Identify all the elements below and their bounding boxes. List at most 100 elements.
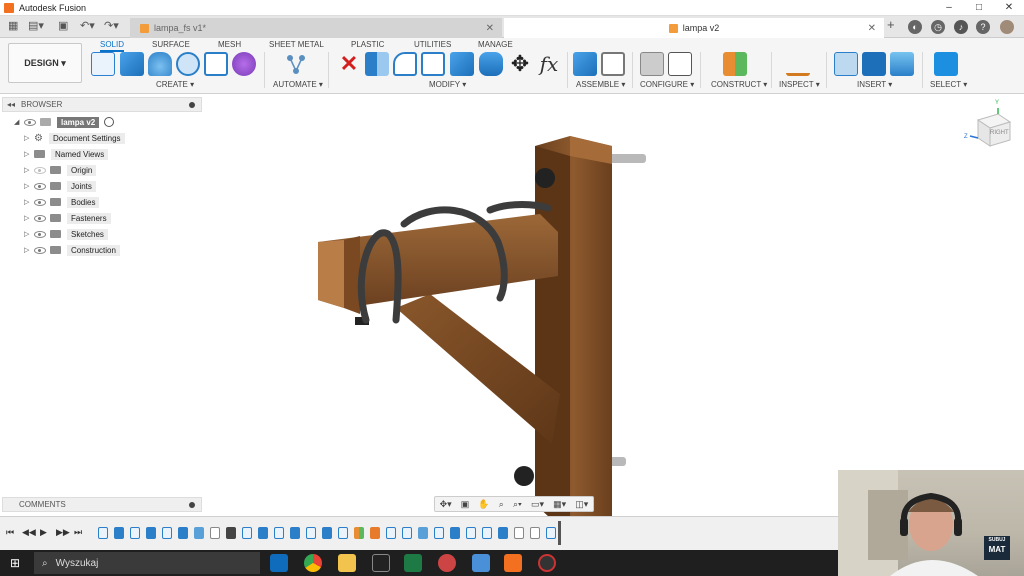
combine-icon[interactable] — [450, 52, 474, 76]
user-avatar[interactable] — [1000, 20, 1014, 34]
tab-surface[interactable]: SURFACE — [152, 40, 190, 49]
measure-icon[interactable] — [786, 52, 810, 76]
minimize-button[interactable]: – — [934, 0, 964, 16]
comments-panel-header[interactable]: COMMENTS — [2, 497, 202, 512]
grid-settings-icon[interactable]: ▦▾ — [553, 499, 566, 510]
play-icon[interactable]: ▶ — [40, 527, 47, 538]
timeline-marker[interactable] — [558, 521, 561, 545]
notifications-bell-icon[interactable]: ♪ — [954, 20, 968, 34]
panel-pin-icon[interactable] — [189, 101, 195, 108]
visibility-eye-icon[interactable] — [34, 182, 46, 190]
create-group-label[interactable]: CREATE ▾ — [156, 80, 194, 89]
form-icon[interactable] — [232, 52, 256, 76]
hole-icon[interactable] — [176, 52, 200, 76]
delete-icon[interactable]: ✕ — [337, 52, 361, 76]
collapse-icon[interactable]: ◂◂ — [7, 100, 15, 109]
expand-arrow-icon[interactable]: ▷ — [24, 134, 34, 142]
tab-mesh[interactable]: MESH — [218, 40, 241, 49]
tab-lampa-fs[interactable]: lampa_fs v1* ✕ — [130, 18, 502, 38]
redo-icon[interactable]: ↷▾ — [104, 19, 119, 32]
tab-manage[interactable]: MANAGE — [478, 40, 513, 49]
app-icon[interactable] — [438, 554, 456, 572]
configure-icon[interactable] — [640, 52, 664, 76]
revolve-icon[interactable] — [148, 52, 172, 76]
automate-group-label[interactable]: AUTOMATE ▾ — [273, 80, 323, 89]
expand-arrow-icon[interactable]: ▷ — [24, 246, 34, 254]
display-settings-icon[interactable]: ▭▾ — [531, 499, 544, 510]
panel-pin-icon[interactable] — [189, 502, 195, 508]
create-sketch-icon[interactable] — [91, 52, 115, 76]
3d-viewport[interactable] — [0, 94, 1024, 516]
tab-plastic[interactable]: PLASTIC — [351, 40, 384, 49]
visibility-eye-icon[interactable] — [34, 246, 46, 254]
viewports-icon[interactable]: ◫▾ — [575, 499, 588, 510]
browser-panel-header[interactable]: ◂◂ BROWSER — [2, 97, 202, 112]
new-tab-icon[interactable]: + — [887, 17, 895, 32]
new-component-icon[interactable] — [573, 52, 597, 76]
insert-group-label[interactable]: INSERT ▾ — [857, 80, 892, 89]
joint-icon[interactable] — [601, 52, 625, 76]
close-tab-icon[interactable]: ✕ — [486, 23, 494, 34]
inspect-group-label[interactable]: INSPECT ▾ — [779, 80, 820, 89]
visibility-eye-icon[interactable] — [34, 214, 46, 222]
extensions-icon[interactable]: ◐ — [908, 20, 922, 34]
fit-zoom-icon[interactable]: ⌕▾ — [513, 499, 522, 510]
excel-icon[interactable] — [404, 554, 422, 572]
select-cursor-icon[interactable] — [934, 52, 958, 76]
activate-radio-icon[interactable] — [104, 117, 115, 127]
step-back-icon[interactable]: ◀◀ — [22, 527, 36, 538]
visibility-eye-icon[interactable] — [34, 230, 46, 238]
select-group-label[interactable]: SELECT ▾ — [930, 80, 967, 89]
insert-canvas-icon[interactable] — [890, 52, 914, 76]
split-body-icon[interactable] — [479, 52, 503, 76]
tab-sheet-metal[interactable]: SHEET METAL — [269, 40, 324, 49]
move-icon[interactable]: ✥ — [508, 52, 532, 76]
job-status-icon[interactable]: ◷ — [931, 20, 945, 34]
pattern-icon[interactable] — [204, 52, 228, 76]
viewcube[interactable]: RIGHT Z Y — [964, 100, 1014, 148]
undo-icon[interactable]: ↶▾ — [80, 19, 95, 32]
expand-arrow-icon[interactable]: ▷ — [24, 182, 34, 190]
grid-menu-icon[interactable]: ▦ — [8, 19, 18, 32]
expand-arrow-icon[interactable]: ▷ — [24, 166, 34, 174]
table-icon[interactable] — [668, 52, 692, 76]
offset-plane-icon[interactable] — [723, 52, 747, 76]
browser-root-item[interactable]: ◢ lampa v2 — [14, 115, 115, 129]
maximize-button[interactable]: □ — [964, 0, 994, 16]
parameters-fx-icon[interactable]: fx — [537, 52, 561, 76]
help-icon[interactable]: ? — [976, 20, 990, 34]
save-icon[interactable]: ▣ — [58, 19, 68, 32]
taskbar-search[interactable]: ⌕ Wyszukaj — [34, 552, 260, 574]
outlook-icon[interactable] — [270, 554, 288, 572]
chrome-icon[interactable] — [304, 554, 322, 572]
configure-group-label[interactable]: CONFIGURE ▾ — [640, 80, 694, 89]
file-explorer-icon[interactable] — [338, 554, 356, 572]
pan-hand-icon[interactable]: ✋ — [478, 499, 489, 510]
browser-item-bodies[interactable]: ▷ Bodies — [24, 195, 100, 209]
automate-icon[interactable] — [284, 52, 308, 76]
expand-arrow-icon[interactable]: ▷ — [24, 198, 34, 206]
expand-arrow-icon[interactable]: ▷ — [24, 230, 34, 238]
step-forward-icon[interactable]: ▶▶ — [56, 527, 70, 538]
fillet-icon[interactable] — [393, 52, 417, 76]
browser-item-sketches[interactable]: ▷ Sketches — [24, 227, 108, 241]
file-menu-icon[interactable]: ▤▾ — [28, 19, 44, 32]
tab-utilities[interactable]: UTILITIES — [414, 40, 451, 49]
windows-start-icon[interactable]: ⊞ — [10, 556, 20, 570]
browser-item-fasteners[interactable]: ▷ Fasteners — [24, 211, 111, 225]
terminal-icon[interactable] — [372, 554, 390, 572]
shell-icon[interactable] — [421, 52, 445, 76]
modify-group-label[interactable]: MODIFY ▾ — [429, 80, 466, 89]
obs-icon[interactable] — [538, 554, 556, 572]
tab-lampa-v2[interactable]: lampa v2 ✕ — [504, 18, 884, 38]
close-button[interactable]: ✕ — [994, 0, 1024, 16]
press-pull-icon[interactable] — [365, 52, 389, 76]
workspace-switcher-button[interactable]: DESIGN ▾ — [8, 43, 82, 83]
go-to-end-icon[interactable]: ⏭ — [74, 527, 82, 538]
orbit-icon[interactable]: ✥▾ — [440, 499, 452, 510]
app-icon[interactable] — [472, 554, 490, 572]
assemble-group-label[interactable]: ASSEMBLE ▾ — [576, 80, 625, 89]
browser-item-construction[interactable]: ▷ Construction — [24, 243, 120, 257]
expand-arrow-icon[interactable]: ▷ — [24, 214, 34, 222]
browser-item-document-settings[interactable]: ▷ ⚙ Document Settings — [24, 131, 125, 145]
